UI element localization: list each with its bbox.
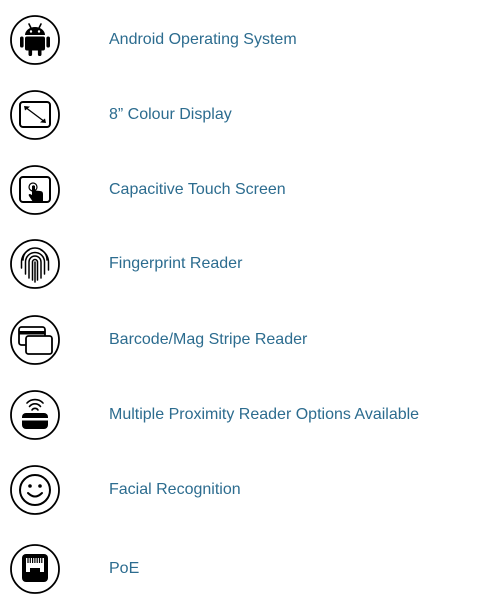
feature-label: Facial Recognition [109,481,241,498]
feature-item-touch-screen: Capacitive Touch Screen [0,164,496,224]
feature-label: PoE [109,560,140,577]
cards-icon [9,314,61,366]
feature-label: Android Operating System [109,31,297,48]
feature-label: Capacitive Touch Screen [109,181,286,198]
proximity-reader-icon [9,389,61,441]
feature-item-display: 8” Colour Display [0,89,496,149]
fingerprint-icon [9,238,61,290]
touch-screen-icon [9,164,61,216]
feature-label: Multiple Proximity Reader Options Availa… [109,406,420,423]
android-icon [9,14,61,66]
feature-item-proximity-reader: Multiple Proximity Reader Options Availa… [0,389,496,449]
feature-list: Android Operating System 8” Colour Displ… [0,0,496,601]
resize-display-icon [9,89,61,141]
feature-label: Barcode/Mag Stripe Reader [109,331,308,348]
feature-item-cards: Barcode/Mag Stripe Reader [0,314,496,374]
feature-label: 8” Colour Display [109,106,232,123]
feature-label: Fingerprint Reader [109,255,243,272]
smiley-face-icon [9,464,61,516]
feature-item-android: Android Operating System [0,14,496,74]
feature-item-poe: PoE [0,543,496,603]
ethernet-port-icon [9,543,61,595]
feature-item-fingerprint: Fingerprint Reader [0,238,496,298]
feature-item-facial-recognition: Facial Recognition [0,464,496,524]
